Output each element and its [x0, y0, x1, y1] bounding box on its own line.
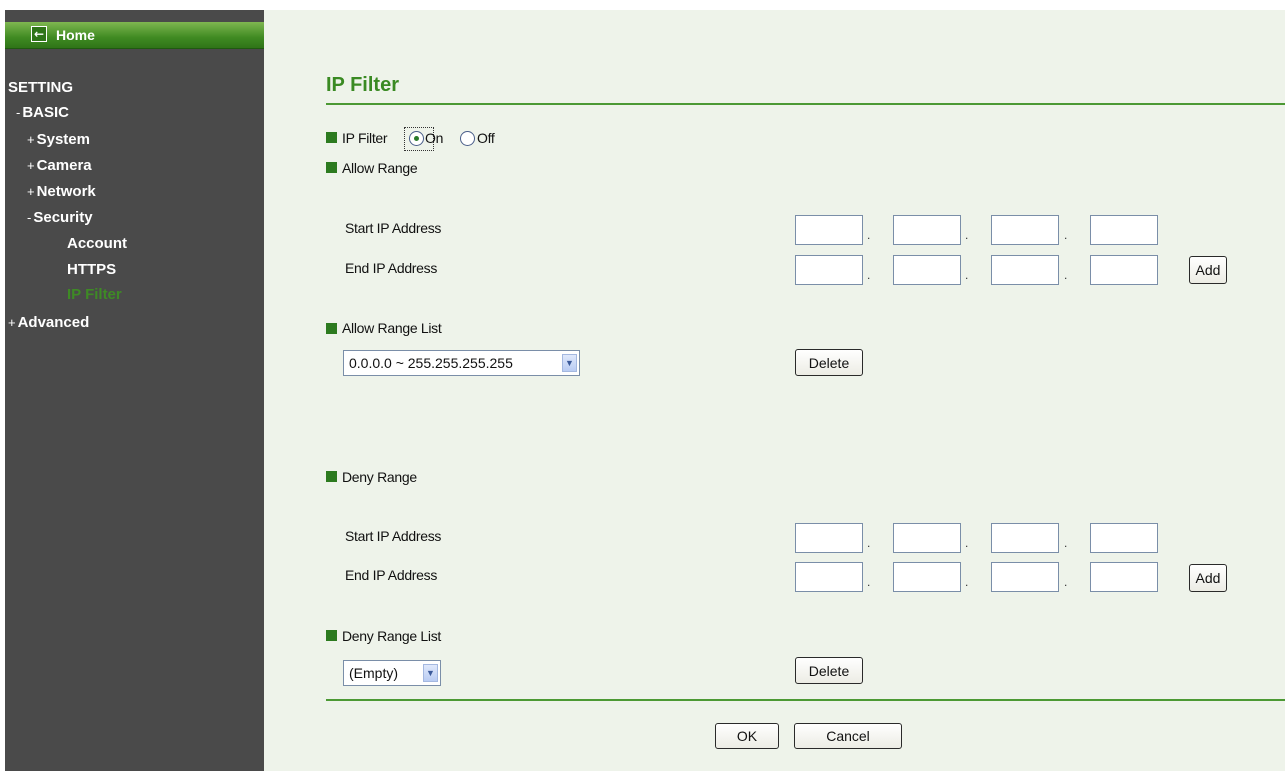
allow-start-ip-octet-1[interactable] [795, 215, 863, 245]
allow-range-heading: Allow Range [342, 160, 418, 176]
main-content: IP Filter IP Filter On Off Allow Range S… [264, 10, 1285, 771]
sidebar-setting-heading: SETTING [8, 79, 74, 96]
ip-filter-label: IP Filter [342, 130, 388, 146]
page-title: IP Filter [326, 74, 399, 96]
octet-separator: . [867, 536, 871, 550]
deny-end-ip-octet-3[interactable] [991, 562, 1059, 592]
allow-end-ip-octet-2[interactable] [893, 255, 961, 285]
bullet-icon [326, 162, 337, 173]
octet-separator: . [965, 575, 969, 589]
allow-start-ip-label: Start IP Address [345, 220, 442, 236]
ok-button[interactable]: OK [715, 723, 779, 749]
deny-start-ip-octet-1[interactable] [795, 523, 863, 553]
allow-delete-button[interactable]: Delete [795, 349, 863, 376]
octet-separator: . [867, 268, 871, 282]
sidebar-item-ip-filter[interactable]: IP Filter [67, 286, 122, 303]
octet-separator: . [867, 575, 871, 589]
title-divider [326, 103, 1285, 105]
deny-range-list-value: (Empty) [349, 665, 398, 681]
sidebar-item-https[interactable]: HTTPS [67, 261, 116, 278]
home-link[interactable]: ← Home [5, 22, 264, 49]
allow-start-ip-octet-4[interactable] [1090, 215, 1158, 245]
sidebar-item-security[interactable]: - Security [27, 209, 93, 226]
allow-end-ip-label: End IP Address [345, 260, 438, 276]
deny-range-list-select[interactable]: (Empty) ▼ [343, 660, 441, 686]
bullet-icon [326, 630, 337, 641]
octet-separator: . [1064, 228, 1068, 242]
octet-separator: . [965, 536, 969, 550]
bullet-icon [326, 323, 337, 334]
deny-range-heading: Deny Range [342, 469, 417, 485]
bullet-icon [326, 471, 337, 482]
sidebar-item-camera[interactable]: + Camera [27, 157, 92, 174]
allow-end-ip-octet-4[interactable] [1090, 255, 1158, 285]
octet-separator: . [1064, 268, 1068, 282]
deny-end-ip-octet-2[interactable] [893, 562, 961, 592]
allow-add-button[interactable]: Add [1189, 256, 1227, 284]
sidebar: ← Home SETTING - BASIC + System + Camera + N… [5, 10, 264, 771]
allow-end-ip-octet-3[interactable] [991, 255, 1059, 285]
deny-end-ip-octet-4[interactable] [1090, 562, 1158, 592]
allow-range-list-heading: Allow Range List [342, 320, 442, 336]
ip-filter-on-radio[interactable] [409, 131, 424, 146]
deny-start-ip-label: Start IP Address [345, 528, 442, 544]
ip-filter-on-label: On [425, 130, 444, 146]
deny-add-button[interactable]: Add [1189, 564, 1227, 592]
cancel-button[interactable]: Cancel [794, 723, 902, 749]
allow-range-list-value: 0.0.0.0 ~ 255.255.255.255 [349, 355, 513, 371]
octet-separator: . [1064, 575, 1068, 589]
deny-start-ip-octet-4[interactable] [1090, 523, 1158, 553]
sidebar-item-system[interactable]: + System [27, 131, 90, 148]
deny-range-list-heading: Deny Range List [342, 628, 442, 644]
deny-end-ip-label: End IP Address [345, 567, 438, 583]
chevron-down-icon[interactable]: ▼ [562, 354, 577, 372]
bullet-icon [326, 132, 337, 143]
home-label: Home [56, 27, 95, 43]
ip-filter-off-radio[interactable] [460, 131, 475, 146]
octet-separator: . [965, 268, 969, 282]
octet-separator: . [867, 228, 871, 242]
chevron-down-icon[interactable]: ▼ [423, 664, 438, 682]
deny-start-ip-octet-3[interactable] [991, 523, 1059, 553]
octet-separator: . [1064, 536, 1068, 550]
allow-start-ip-octet-2[interactable] [893, 215, 961, 245]
allow-start-ip-octet-3[interactable] [991, 215, 1059, 245]
footer-divider [326, 699, 1285, 701]
deny-start-ip-octet-2[interactable] [893, 523, 961, 553]
deny-delete-button[interactable]: Delete [795, 657, 863, 684]
deny-end-ip-octet-1[interactable] [795, 562, 863, 592]
allow-end-ip-octet-1[interactable] [795, 255, 863, 285]
sidebar-item-network[interactable]: + Network [27, 183, 96, 200]
back-arrow-icon: ← [31, 26, 47, 42]
sidebar-item-account[interactable]: Account [67, 235, 127, 252]
sidebar-item-basic[interactable]: - BASIC [16, 104, 69, 121]
sidebar-item-advanced[interactable]: + Advanced [8, 314, 89, 331]
octet-separator: . [965, 228, 969, 242]
allow-range-list-select[interactable]: 0.0.0.0 ~ 255.255.255.255 ▼ [343, 350, 580, 376]
ip-filter-off-label: Off [477, 130, 495, 146]
